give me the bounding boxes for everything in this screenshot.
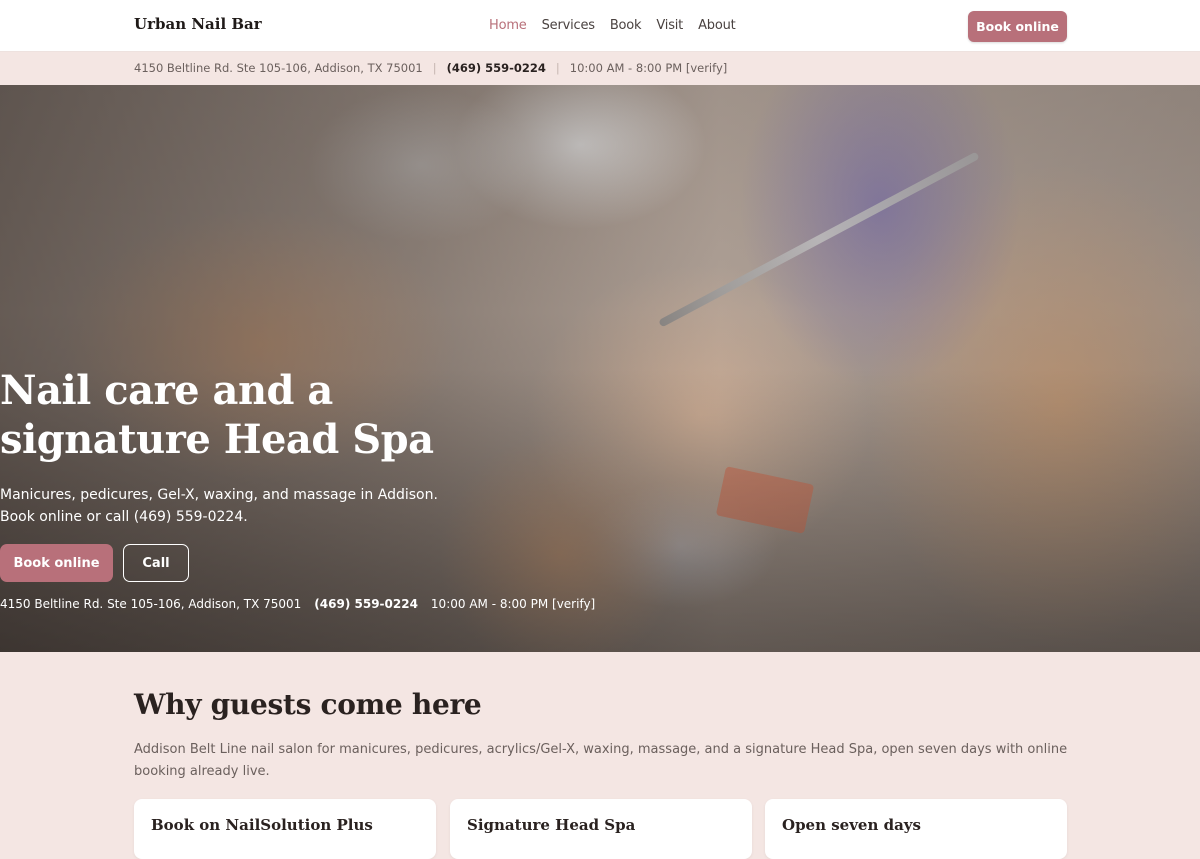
nav-book[interactable]: Book (610, 18, 642, 33)
hero-subtitle-line1: Manicures, pedicures, Gel-X, waxing, and… (0, 487, 438, 503)
hero-title-line1: Nail care and a (0, 367, 333, 414)
brand-logo[interactable]: Urban Nail Bar (134, 15, 262, 33)
nav-visit[interactable]: Visit (656, 18, 683, 33)
hero-address: 4150 Beltline Rd. Ste 105-106, Addison, … (0, 597, 302, 611)
site-header: Urban Nail Bar Home Services Book Visit … (0, 0, 1200, 52)
hero-hours: 10:00 AM - 8:00 PM [verify] (430, 597, 596, 611)
feature-card-title: Open seven days (782, 816, 921, 834)
hero-title-line2: signature Head Spa (0, 416, 434, 463)
feature-card: Signature Head Spa (450, 799, 752, 859)
feature-card: Open seven days (765, 799, 1067, 859)
hero-phone[interactable]: (469) 559-0224 (314, 597, 418, 611)
feature-card-title: Book on NailSolution Plus (151, 816, 373, 834)
divider: | (555, 61, 560, 75)
hero-subtitle: Manicures, pedicures, Gel-X, waxing, and… (0, 484, 460, 528)
nav-home[interactable]: Home (489, 18, 527, 33)
infobar-hours: 10:00 AM - 8:00 PM [verify] (569, 61, 728, 75)
hero-title: Nail care and a signature Head Spa (0, 366, 520, 464)
info-bar: 4150 Beltline Rd. Ste 105-106, Addison, … (0, 52, 1200, 85)
hero-contact-info: 4150 Beltline Rd. Ste 105-106, Addison, … (0, 597, 595, 611)
section-title: Why guests come here (134, 688, 482, 721)
main-nav: Home Services Book Visit About (489, 18, 751, 33)
infobar-address: 4150 Beltline Rd. Ste 105-106, Addison, … (134, 61, 423, 75)
header-book-online-button[interactable]: Book online (968, 11, 1067, 42)
nav-about[interactable]: About (698, 18, 736, 33)
hero-book-online-button[interactable]: Book online (0, 544, 113, 582)
nav-services[interactable]: Services (542, 18, 595, 33)
feature-card-title: Signature Head Spa (467, 816, 636, 834)
divider: | (432, 61, 437, 75)
feature-card: Book on NailSolution Plus (134, 799, 436, 859)
hero-subtitle-line2: Book online or call (469) 559-0224. (0, 509, 248, 525)
section-description: Addison Belt Line nail salon for manicur… (134, 742, 1068, 779)
hero-call-button[interactable]: Call (123, 544, 189, 582)
infobar-phone[interactable]: (469) 559-0224 (447, 61, 546, 75)
